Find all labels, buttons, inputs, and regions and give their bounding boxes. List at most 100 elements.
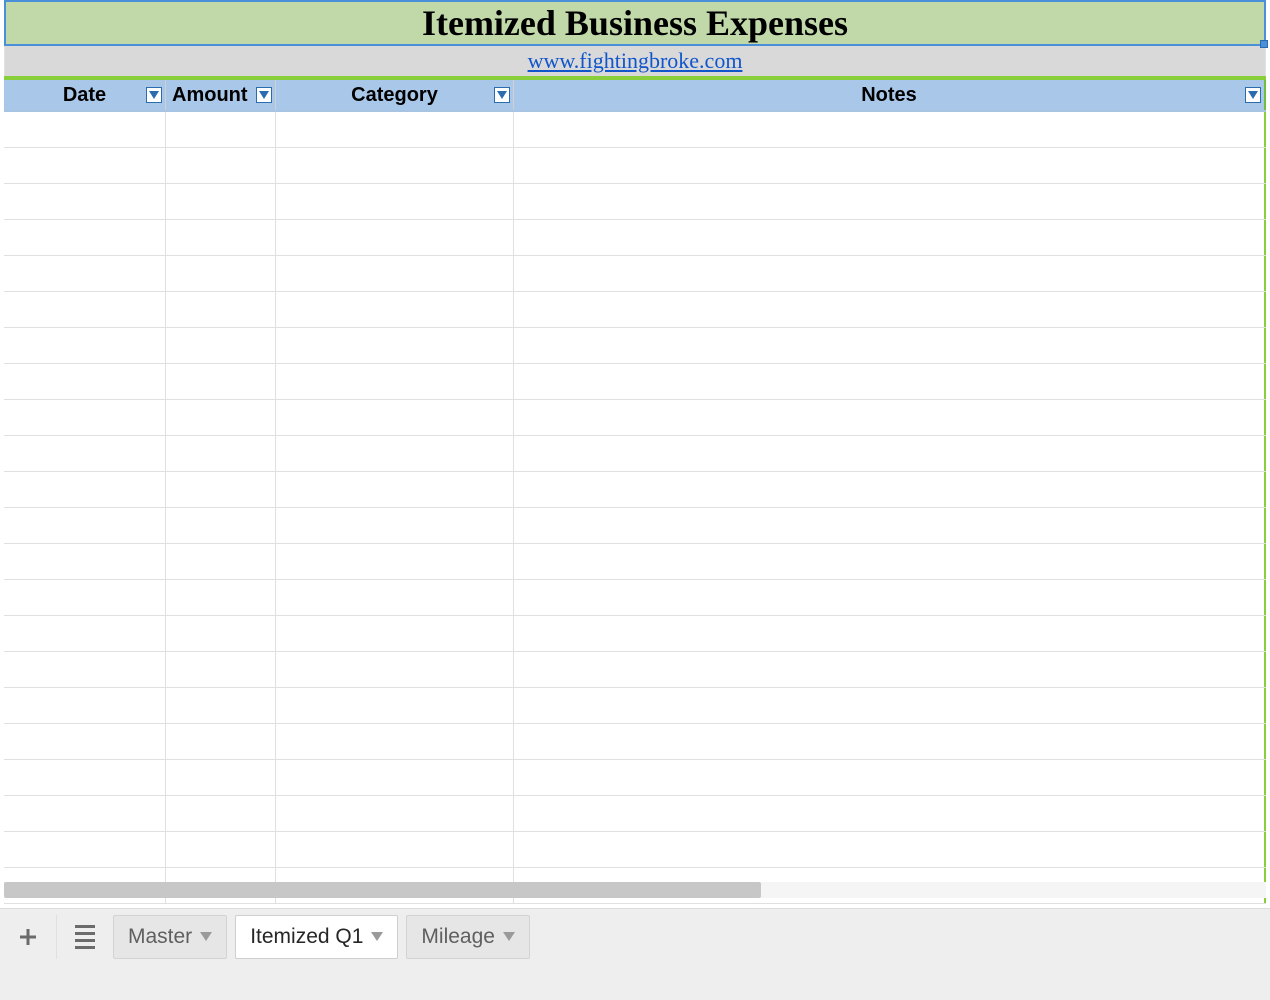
horizontal-scrollbar[interactable] — [4, 882, 1266, 898]
selection-handle[interactable] — [1260, 40, 1268, 48]
cell[interactable] — [4, 112, 166, 147]
cell[interactable] — [4, 688, 166, 723]
table-row[interactable] — [4, 544, 1266, 580]
cell[interactable] — [514, 328, 1266, 363]
table-row[interactable] — [4, 400, 1266, 436]
cell[interactable] — [166, 472, 276, 507]
title-cell[interactable]: Itemized Business Expenses — [4, 0, 1266, 46]
filter-button-date[interactable] — [146, 87, 162, 103]
cell[interactable] — [4, 652, 166, 687]
cell[interactable] — [276, 148, 514, 183]
table-row[interactable] — [4, 292, 1266, 328]
cell[interactable] — [276, 220, 514, 255]
cell[interactable] — [514, 436, 1266, 471]
cell[interactable] — [276, 832, 514, 867]
cell[interactable] — [514, 724, 1266, 759]
cell[interactable] — [166, 688, 276, 723]
cell[interactable] — [276, 580, 514, 615]
cell[interactable] — [276, 652, 514, 687]
sheet-tab-itemized[interactable]: Itemized Q1 — [235, 915, 398, 959]
cell[interactable] — [4, 148, 166, 183]
table-row[interactable] — [4, 508, 1266, 544]
cell[interactable] — [4, 724, 166, 759]
cell[interactable] — [4, 580, 166, 615]
table-row[interactable] — [4, 112, 1266, 148]
cell[interactable] — [514, 544, 1266, 579]
cell[interactable] — [276, 436, 514, 471]
horizontal-scrollbar-thumb[interactable] — [4, 882, 761, 898]
cell[interactable] — [514, 616, 1266, 651]
cell[interactable] — [514, 184, 1266, 219]
cell[interactable] — [514, 580, 1266, 615]
cell[interactable] — [276, 724, 514, 759]
cell[interactable] — [4, 832, 166, 867]
cell[interactable] — [276, 760, 514, 795]
table-row[interactable] — [4, 832, 1266, 868]
table-row[interactable] — [4, 652, 1266, 688]
cell[interactable] — [276, 400, 514, 435]
table-row[interactable] — [4, 436, 1266, 472]
cell[interactable] — [4, 256, 166, 291]
cell[interactable] — [166, 184, 276, 219]
column-header-notes[interactable]: Notes — [514, 80, 1266, 110]
cell[interactable] — [276, 472, 514, 507]
cell[interactable] — [514, 688, 1266, 723]
cell[interactable] — [4, 328, 166, 363]
cell[interactable] — [4, 220, 166, 255]
sheet-tab-master-menu[interactable] — [200, 932, 212, 942]
table-row[interactable] — [4, 256, 1266, 292]
cell[interactable] — [514, 220, 1266, 255]
cell[interactable] — [166, 724, 276, 759]
cell[interactable] — [4, 472, 166, 507]
column-header-category[interactable]: Category — [276, 80, 514, 110]
cell[interactable] — [276, 328, 514, 363]
table-row[interactable] — [4, 364, 1266, 400]
cell[interactable] — [514, 364, 1266, 399]
cell[interactable] — [166, 328, 276, 363]
table-row[interactable] — [4, 724, 1266, 760]
cell[interactable] — [276, 112, 514, 147]
table-row[interactable] — [4, 760, 1266, 796]
cell[interactable] — [4, 760, 166, 795]
cell[interactable] — [276, 616, 514, 651]
filter-button-amount[interactable] — [256, 87, 272, 103]
table-row[interactable] — [4, 472, 1266, 508]
subtitle-link[interactable]: www.fightingbroke.com — [528, 48, 743, 74]
cell[interactable] — [514, 256, 1266, 291]
cell[interactable] — [514, 400, 1266, 435]
cell[interactable] — [276, 544, 514, 579]
cell[interactable] — [166, 364, 276, 399]
cell[interactable] — [514, 652, 1266, 687]
table-row[interactable] — [4, 616, 1266, 652]
cell[interactable] — [166, 508, 276, 543]
cell[interactable] — [514, 832, 1266, 867]
cell[interactable] — [166, 400, 276, 435]
cell[interactable] — [276, 184, 514, 219]
add-sheet-button[interactable] — [8, 915, 48, 959]
cell[interactable] — [276, 688, 514, 723]
cell[interactable] — [276, 508, 514, 543]
cell[interactable] — [276, 292, 514, 327]
cell[interactable] — [4, 364, 166, 399]
table-row[interactable] — [4, 184, 1266, 220]
table-row[interactable] — [4, 688, 1266, 724]
cell[interactable] — [276, 256, 514, 291]
table-row[interactable] — [4, 148, 1266, 184]
cell[interactable] — [166, 832, 276, 867]
table-row[interactable] — [4, 220, 1266, 256]
cell[interactable] — [166, 256, 276, 291]
filter-button-category[interactable] — [494, 87, 510, 103]
cell[interactable] — [166, 652, 276, 687]
cell[interactable] — [166, 616, 276, 651]
cell[interactable] — [514, 508, 1266, 543]
cell[interactable] — [4, 436, 166, 471]
table-row[interactable] — [4, 796, 1266, 832]
table-row[interactable] — [4, 328, 1266, 364]
cell[interactable] — [166, 112, 276, 147]
sheet-tab-mileage[interactable]: Mileage — [406, 915, 530, 959]
cell[interactable] — [166, 220, 276, 255]
cell[interactable] — [166, 580, 276, 615]
column-header-amount[interactable]: Amount — [166, 80, 276, 110]
cell[interactable] — [514, 472, 1266, 507]
cell[interactable] — [4, 508, 166, 543]
